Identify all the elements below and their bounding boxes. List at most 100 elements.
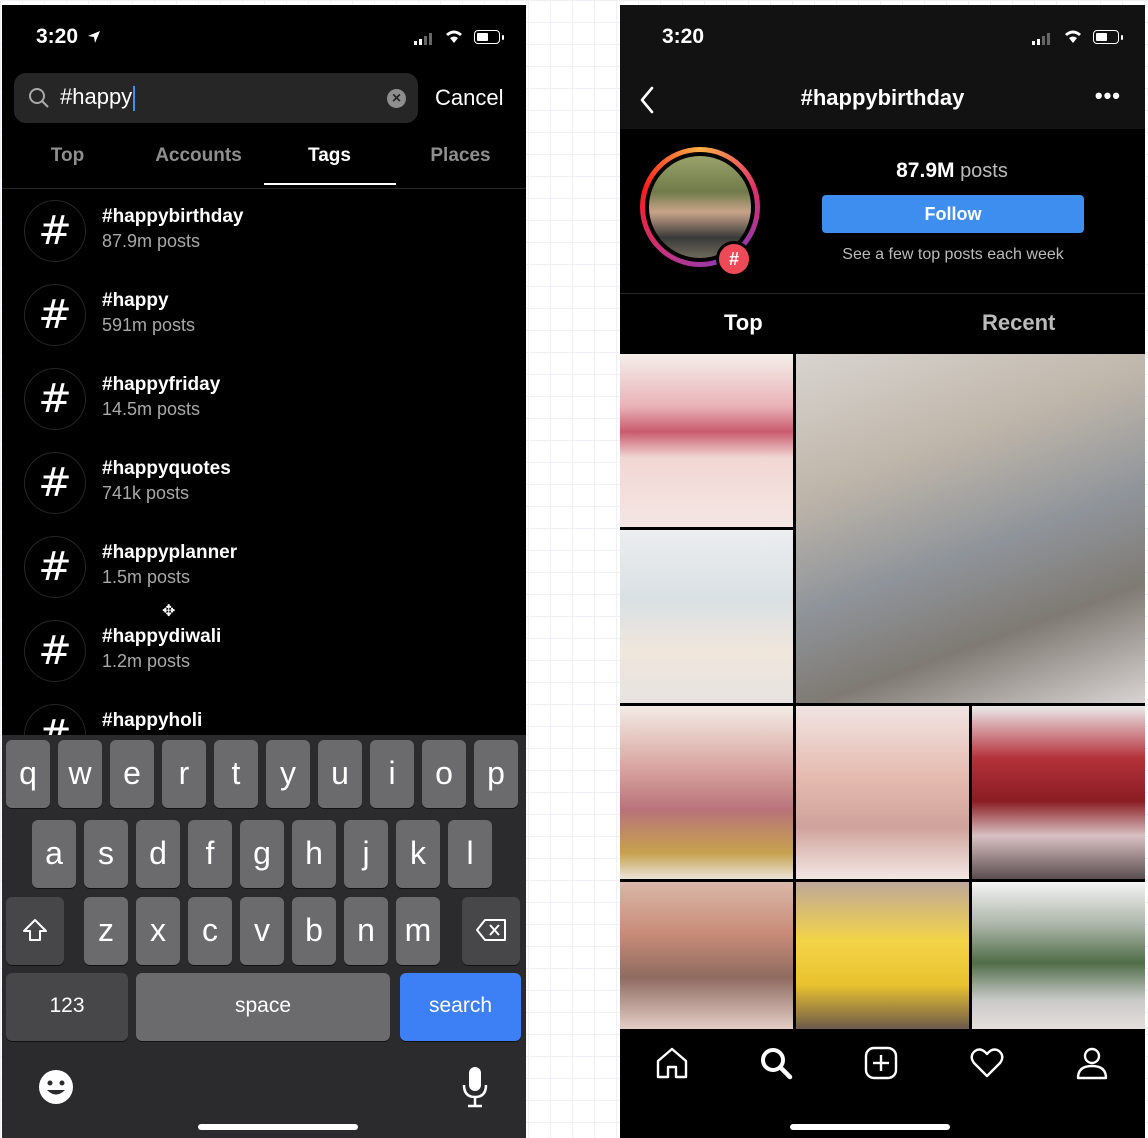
keyboard: q w e r t y u i o p a s d f g h j k l z … bbox=[2, 735, 526, 1138]
follow-subtext: See a few top posts each week bbox=[842, 246, 1064, 263]
feed-tabs: Top Recent bbox=[620, 293, 1145, 352]
tag-result-row[interactable]: # #happyholi bbox=[2, 694, 526, 738]
active-tab-indicator bbox=[264, 183, 396, 185]
key[interactable]: d bbox=[136, 820, 180, 888]
key[interactable]: f bbox=[188, 820, 232, 888]
key[interactable]: p bbox=[474, 740, 518, 808]
search-tabs: Top Accounts Tags Places bbox=[2, 140, 526, 189]
tab-tags[interactable]: Tags bbox=[264, 140, 395, 172]
post-thumbnail[interactable] bbox=[796, 354, 1145, 703]
search-key[interactable]: search bbox=[400, 973, 521, 1041]
key[interactable]: r bbox=[162, 740, 206, 808]
tab-places[interactable]: Places bbox=[395, 140, 526, 172]
heart-icon[interactable] bbox=[969, 1045, 1005, 1081]
clear-search-icon[interactable]: × bbox=[387, 89, 406, 108]
status-bar: 3:20 bbox=[2, 5, 526, 67]
post-grid bbox=[620, 354, 1145, 1029]
wifi-icon bbox=[446, 30, 462, 43]
follow-button[interactable]: Follow bbox=[822, 195, 1084, 233]
status-time: 3:20 bbox=[36, 25, 79, 48]
key[interactable]: s bbox=[84, 820, 128, 888]
tag-result-row[interactable]: # #happyquotes 741k posts bbox=[2, 442, 526, 526]
key[interactable]: y bbox=[266, 740, 310, 808]
key[interactable]: l bbox=[448, 820, 492, 888]
post-thumbnail[interactable] bbox=[620, 354, 793, 527]
tag-post-count: 1.5m posts bbox=[102, 567, 191, 587]
search-query: #happy bbox=[60, 84, 136, 111]
search-screen: 3:20 #happy × Cancel Top Accounts Tags P… bbox=[2, 5, 526, 1138]
key[interactable]: j bbox=[344, 820, 388, 888]
key[interactable]: w bbox=[58, 740, 102, 808]
post-thumbnail[interactable] bbox=[796, 882, 969, 1029]
shift-icon bbox=[23, 919, 47, 941]
tag-name: #happydiwali bbox=[102, 626, 222, 647]
search-nav-icon[interactable] bbox=[758, 1045, 794, 1081]
microphone-icon[interactable] bbox=[461, 1065, 489, 1109]
key[interactable]: t bbox=[214, 740, 258, 808]
shift-key[interactable] bbox=[6, 897, 64, 965]
profile-icon[interactable] bbox=[1074, 1045, 1110, 1081]
key[interactable]: o bbox=[422, 740, 466, 808]
tag-post-count: 1.2m posts bbox=[102, 651, 191, 671]
key[interactable]: a bbox=[32, 820, 76, 888]
signal-icon bbox=[1032, 33, 1050, 45]
tag-result-row[interactable]: # #happy 591m posts bbox=[2, 274, 526, 358]
key[interactable]: e bbox=[110, 740, 154, 808]
home-icon[interactable] bbox=[654, 1045, 690, 1081]
tab-recent[interactable]: Recent bbox=[982, 310, 1055, 336]
key[interactable]: x bbox=[136, 897, 180, 965]
tag-results-list: # #happybirthday 87.9m posts # #happy 59… bbox=[2, 188, 526, 738]
home-indicator bbox=[790, 1124, 950, 1130]
post-thumbnail[interactable] bbox=[620, 530, 793, 703]
post-thumbnail[interactable] bbox=[620, 882, 793, 1029]
tab-top[interactable]: Top bbox=[724, 310, 763, 336]
key[interactable]: h bbox=[292, 820, 336, 888]
hashtag-icon: # bbox=[24, 452, 86, 514]
bottom-navigation bbox=[620, 1031, 1145, 1138]
key[interactable]: u bbox=[318, 740, 362, 808]
status-time: 3:20 bbox=[662, 25, 705, 48]
search-input[interactable]: #happy × bbox=[14, 73, 418, 123]
backspace-key[interactable] bbox=[462, 897, 520, 965]
emoji-icon[interactable] bbox=[36, 1067, 76, 1107]
key[interactable]: c bbox=[188, 897, 232, 965]
tag-name: #happy bbox=[102, 290, 169, 311]
key[interactable]: v bbox=[240, 897, 284, 965]
post-thumbnail[interactable] bbox=[796, 706, 969, 879]
cancel-button[interactable]: Cancel bbox=[435, 85, 503, 111]
wifi-icon bbox=[1065, 30, 1081, 43]
status-bar: 3:20 bbox=[620, 5, 1145, 67]
page-title: #happybirthday bbox=[800, 85, 965, 110]
numbers-key[interactable]: 123 bbox=[6, 973, 128, 1041]
tag-name: #happyplanner bbox=[102, 542, 238, 563]
new-post-icon[interactable] bbox=[863, 1045, 899, 1081]
hashtag-page-screen: 3:20 #happybirthday ••• # 87.9M posts Fo… bbox=[620, 5, 1145, 1138]
signal-icon bbox=[414, 33, 432, 45]
key[interactable]: g bbox=[240, 820, 284, 888]
key[interactable]: k bbox=[396, 820, 440, 888]
home-indicator bbox=[198, 1124, 358, 1130]
key[interactable]: q bbox=[6, 740, 50, 808]
key[interactable]: m bbox=[396, 897, 440, 965]
key[interactable]: z bbox=[84, 897, 128, 965]
post-thumbnail[interactable] bbox=[620, 706, 793, 879]
tag-result-row[interactable]: # #happybirthday 87.9m posts bbox=[2, 190, 526, 274]
key[interactable]: i bbox=[370, 740, 414, 808]
space-key[interactable]: space bbox=[136, 973, 390, 1041]
tag-name: #happyfriday bbox=[102, 374, 221, 395]
tab-top[interactable]: Top bbox=[2, 140, 133, 172]
tag-result-row[interactable]: # #happyfriday 14.5m posts bbox=[2, 358, 526, 442]
key[interactable]: n bbox=[344, 897, 388, 965]
location-arrow-icon bbox=[88, 31, 100, 43]
key[interactable]: b bbox=[292, 897, 336, 965]
tag-name: #happyquotes bbox=[102, 458, 231, 479]
tab-accounts[interactable]: Accounts bbox=[133, 140, 264, 172]
post-thumbnail[interactable] bbox=[972, 706, 1145, 879]
post-thumbnail[interactable] bbox=[972, 882, 1145, 1029]
tag-post-count: 14.5m posts bbox=[102, 399, 201, 419]
more-options-icon[interactable]: ••• bbox=[1095, 83, 1121, 109]
tag-post-count: 87.9m posts bbox=[102, 231, 201, 251]
tag-result-row[interactable]: # #happydiwali 1.2m posts bbox=[2, 610, 526, 694]
hashtag-icon: # bbox=[24, 536, 86, 598]
tag-result-row[interactable]: # #happyplanner 1.5m posts bbox=[2, 526, 526, 610]
